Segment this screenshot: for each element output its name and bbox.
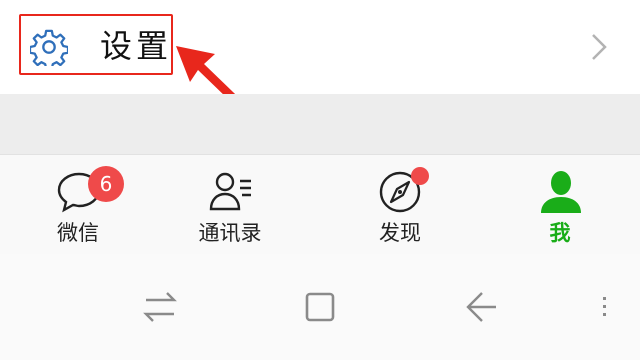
discover-notification-dot	[411, 167, 429, 185]
annotation-highlight-box	[19, 14, 173, 75]
section-gap	[0, 94, 640, 154]
tab-contacts[interactable]: 通讯录	[180, 169, 280, 259]
back-icon[interactable]	[458, 285, 502, 329]
contacts-icon	[209, 172, 251, 211]
tab-label-chats: 微信	[57, 221, 99, 245]
person-icon	[541, 171, 581, 213]
chevron-right-icon	[592, 34, 607, 60]
tab-me[interactable]: 我	[510, 169, 610, 259]
switch-icon[interactable]	[138, 285, 182, 329]
tab-discover[interactable]: 发现	[350, 169, 450, 259]
unread-badge: 6	[88, 166, 124, 202]
tab-label-contacts: 通讯录	[198, 221, 262, 245]
home-square-icon[interactable]	[298, 285, 342, 329]
tab-label-me: 我	[549, 221, 571, 245]
tab-label-discover: 发现	[379, 221, 421, 245]
menu-icon[interactable]	[590, 285, 634, 329]
system-nav-bar	[0, 254, 640, 360]
